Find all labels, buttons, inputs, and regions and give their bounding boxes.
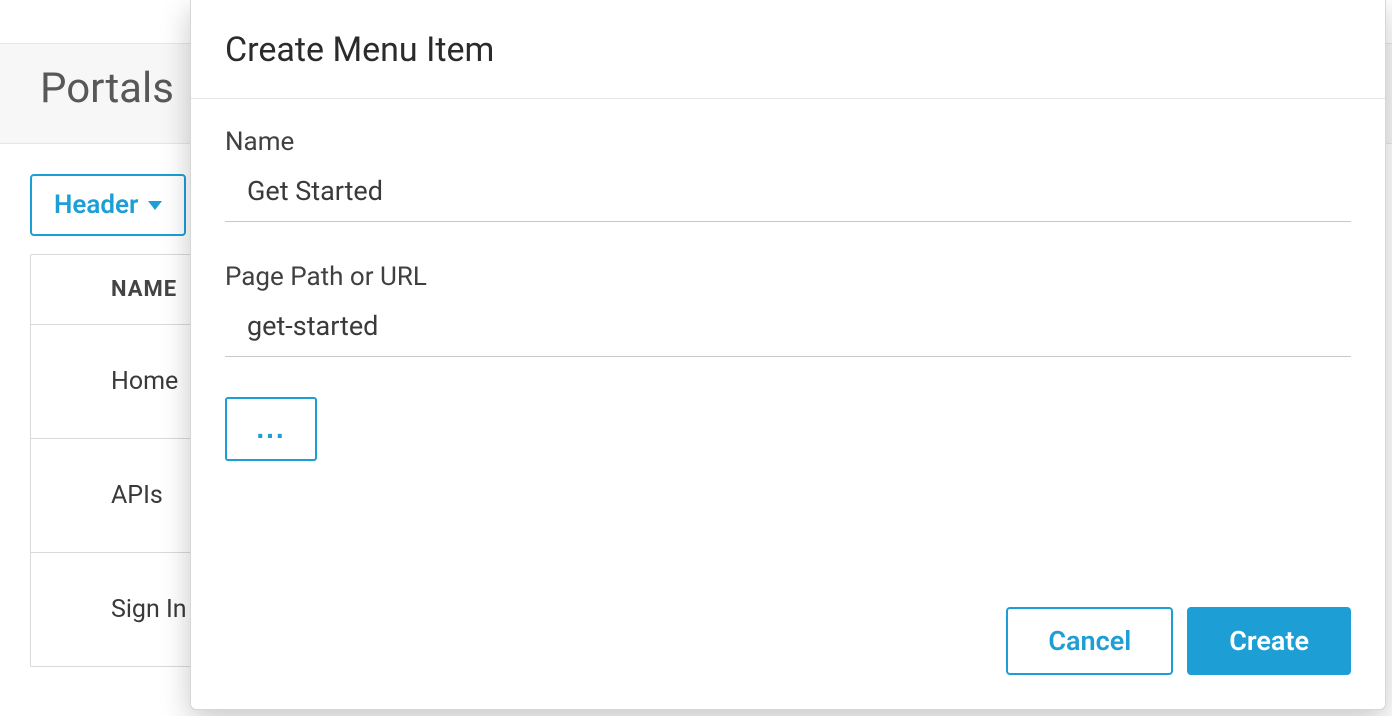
- create-button[interactable]: Create: [1187, 607, 1351, 675]
- header-dropdown-label: Header: [54, 190, 138, 220]
- header-dropdown[interactable]: Header: [30, 174, 186, 236]
- name-field-group: Name: [225, 127, 1351, 222]
- cancel-button[interactable]: Cancel: [1006, 607, 1173, 675]
- path-field-group: Page Path or URL: [225, 262, 1351, 357]
- more-options-button[interactable]: ...: [225, 397, 317, 461]
- name-label: Name: [225, 127, 1351, 157]
- create-menu-item-modal: Create Menu Item Name Page Path or URL .…: [190, 0, 1386, 710]
- modal-body: Name Page Path or URL ...: [191, 99, 1385, 593]
- path-input[interactable]: [225, 300, 1351, 357]
- path-label: Page Path or URL: [225, 262, 1351, 292]
- caret-down-icon: [148, 201, 162, 210]
- modal-title: Create Menu Item: [225, 30, 1351, 70]
- modal-footer: Cancel Create: [191, 593, 1385, 709]
- modal-header: Create Menu Item: [191, 0, 1385, 99]
- name-input[interactable]: [225, 165, 1351, 222]
